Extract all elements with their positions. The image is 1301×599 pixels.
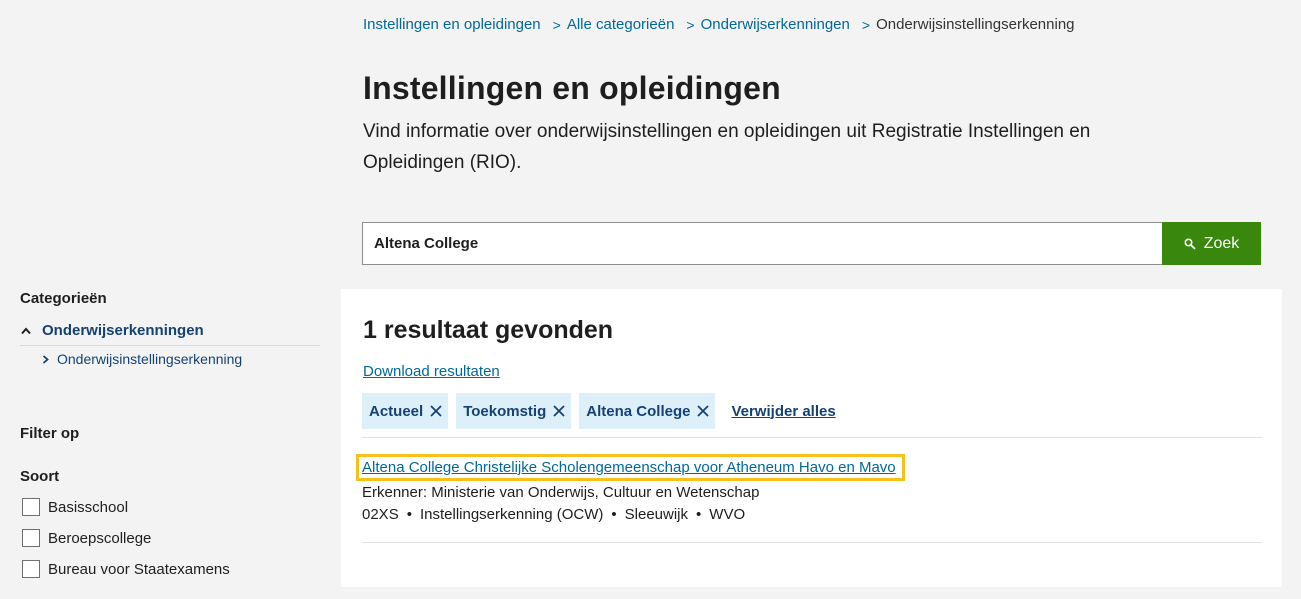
result-tag-location: Sleeuwijk	[624, 506, 689, 523]
filter-chip-toekomstig[interactable]: Toekomstig	[456, 393, 572, 429]
filter-chip-label: Toekomstig	[463, 402, 547, 420]
result-erkenner: Erkenner: Ministerie van Onderwijs, Cult…	[362, 484, 760, 501]
result-title-link[interactable]: Altena College Christelijke Scholengemee…	[356, 454, 905, 481]
breadcrumb-current: Onderwijsinstellingserkenning	[876, 16, 1075, 33]
breadcrumb-link-instellingen[interactable]: Instellingen en opleidingen	[363, 16, 541, 33]
filter-option-basisschool[interactable]: Basisschool	[20, 498, 320, 516]
filter-option-label: Basisschool	[48, 498, 129, 516]
categories-heading: Categorieën	[20, 290, 107, 307]
sidebar-category-label: Onderwijserkenningen	[42, 322, 204, 339]
filter-option-label: Bureau voor Staatexamens	[48, 560, 230, 578]
breadcrumb-separator-icon: >	[861, 16, 871, 33]
filter-chip-altena-college[interactable]: Altena College	[579, 393, 716, 429]
divider	[362, 542, 1262, 543]
breadcrumb-link-onderwijserkenningen[interactable]: Onderwijserkenningen	[701, 16, 850, 33]
sidebar-subcategory-onderwijsinstellingserkenning[interactable]: Onderwijsinstellingserkenning	[20, 351, 320, 367]
soort-heading: Soort	[20, 468, 60, 485]
checkbox[interactable]	[22, 560, 40, 578]
bullet-separator: •	[611, 506, 617, 523]
close-icon[interactable]	[430, 405, 442, 417]
remove-all-filters-link[interactable]: Verwijder alles	[731, 403, 835, 420]
search-input[interactable]	[362, 222, 1163, 265]
close-icon[interactable]	[553, 405, 565, 417]
page-intro: Vind informatie over onderwijsinstelling…	[363, 121, 1091, 173]
bullet-separator: •	[406, 506, 412, 523]
filter-chip-actueel[interactable]: Actueel	[362, 393, 449, 429]
result-tag-sector: WVO	[709, 506, 746, 523]
breadcrumb: Instellingen en opleidingen > Alle categ…	[363, 16, 1075, 33]
sidebar-category-onderwijserkenningen[interactable]: Onderwijserkenningen	[20, 322, 320, 346]
filter-chip-label: Altena College	[586, 402, 691, 420]
search-button-label: Zoek	[1203, 234, 1240, 252]
chevron-up-icon	[21, 326, 31, 334]
sidebar: Categorieën Onderwijserkenningen Onderwi…	[20, 290, 320, 578]
bullet-separator: •	[696, 506, 702, 523]
search-button[interactable]: Zoek	[1162, 222, 1261, 265]
filter-heading: Filter op	[20, 425, 80, 442]
divider	[362, 437, 1262, 438]
filter-option-label: Beroepscollege	[48, 529, 152, 547]
sidebar-subcategory-label: Onderwijsinstellingserkenning	[57, 351, 243, 367]
filter-chip-label: Actueel	[369, 402, 424, 420]
results-count: 1 resultaat gevonden	[363, 316, 614, 344]
result-item: Altena College Christelijke Scholengemee…	[356, 454, 1262, 523]
checkbox[interactable]	[22, 529, 40, 547]
results-panel: 1 resultaat gevonden Download resultaten…	[341, 289, 1282, 587]
result-tags: 02XS • Instellingserkenning (OCW) • Slee…	[362, 506, 1262, 523]
checkbox[interactable]	[22, 498, 40, 516]
download-results-link[interactable]: Download resultaten	[363, 363, 500, 380]
breadcrumb-separator-icon: >	[552, 16, 561, 33]
breadcrumb-link-categorieen[interactable]: Alle categorieën	[567, 16, 675, 33]
close-icon[interactable]	[697, 405, 710, 417]
chevron-right-icon	[42, 354, 49, 364]
result-tag-code: 02XS	[362, 506, 399, 523]
active-filters: Actueel Toekomstig Altena College Verwij…	[362, 393, 836, 429]
breadcrumb-separator-icon: >	[686, 16, 695, 33]
filter-option-beroepscollege[interactable]: Beroepscollege	[20, 529, 320, 547]
filter-option-bureau-voor-staatexamens[interactable]: Bureau voor Staatexamens	[20, 560, 320, 578]
result-tag-type: Instellingserkenning (OCW)	[419, 506, 604, 523]
page-title: Instellingen en opleidingen	[363, 70, 781, 106]
search-icon	[1184, 237, 1196, 250]
